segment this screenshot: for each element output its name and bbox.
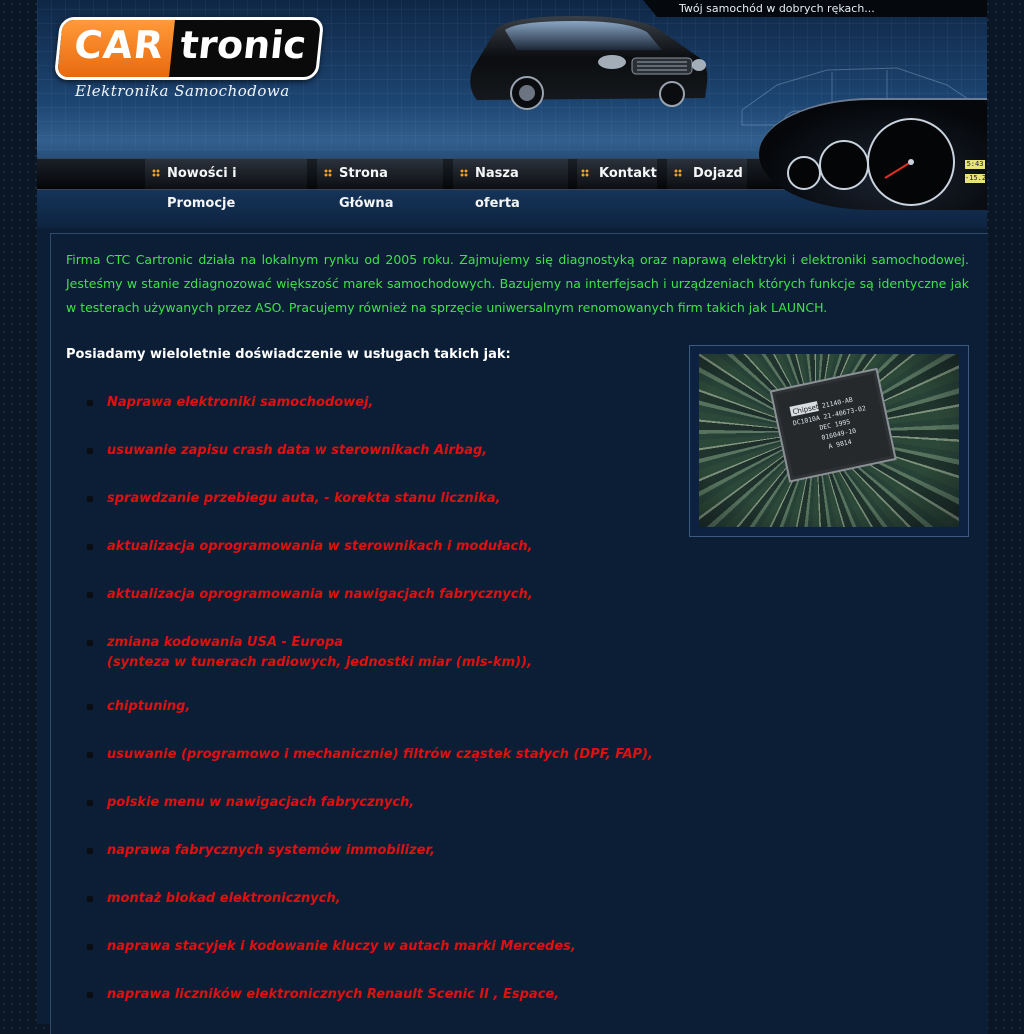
microchip-icon: Chipset 21140-AB DC1010A 21-40673-02 DEC… — [769, 367, 897, 483]
list-item: zmiana kodowania USA - Europa (synteza w… — [87, 633, 707, 697]
nav-dots-icon — [460, 169, 468, 177]
service-text: montaż blokad elektronicznych, — [107, 891, 341, 906]
service-text: aktualizacja oprogramowania w nawigacjac… — [107, 587, 533, 602]
tachometer-icon — [819, 140, 869, 190]
service-text: naprawa stacyjek i kodowanie kluczy w au… — [107, 939, 576, 954]
list-item: polskie menu w nawigacjach fabrycznych, — [87, 793, 707, 841]
service-text: polskie menu w nawigacjach fabrycznych, — [107, 795, 415, 810]
car-image — [470, 16, 708, 110]
tagline: Twój samochód w dobrych rękach... — [643, 0, 987, 17]
nav-dots-icon — [324, 169, 332, 177]
nav-item-label: Kontakt — [599, 166, 657, 181]
site-header: Twój samochód w dobrych rękach... CAR tr… — [37, 0, 987, 228]
list-item: usuwanie zapisu crash data w sterownikac… — [87, 441, 707, 489]
nav-item-label: Nasza oferta — [475, 166, 520, 211]
service-text: chiptuning, — [107, 699, 191, 714]
bullet-icon — [87, 752, 93, 758]
cartronic-logo[interactable]: CAR tronic — [53, 17, 325, 80]
nav-item-label: Strona Główna — [339, 166, 394, 211]
nav-dots-icon — [152, 169, 160, 177]
bullet-icon — [87, 992, 93, 998]
bullet-icon — [87, 400, 93, 406]
list-item: aktualizacja oprogramowania w nawigacjac… — [87, 585, 707, 633]
list-item: Naprawa elektroniki samochodowej, — [87, 393, 707, 441]
bullet-icon — [87, 848, 93, 854]
services-heading: Posiadamy wieloletnie doświadczenie w us… — [66, 347, 511, 362]
bullet-icon — [87, 592, 93, 598]
service-text: naprawa fabrycznych systemów immobilizer… — [107, 843, 435, 858]
list-item: usuwanie (programowo i mechanicznie) fil… — [87, 745, 707, 793]
service-text: usuwanie (programowo i mechanicznie) fil… — [107, 747, 653, 762]
speedometer-needle — [884, 159, 914, 179]
temperature-display: -15.2 — [965, 174, 987, 183]
list-item: sprawdzanie przebiegu auta, - korekta st… — [87, 489, 707, 537]
microchip-image: Chipset 21140-AB DC1010A 21-40673-02 DEC… — [699, 354, 959, 527]
services-list: Naprawa elektroniki samochodowej, usuwan… — [87, 393, 707, 1033]
logo-text-tronic: tronic — [178, 23, 309, 67]
speedometer-icon — [867, 118, 955, 206]
bullet-icon — [87, 496, 93, 502]
bullet-icon — [87, 544, 93, 550]
nav-item-dojazd[interactable]: Dojazd — [667, 159, 747, 189]
nav-item-kontakt[interactable]: Kontakt — [577, 159, 657, 189]
service-text: aktualizacja oprogramowania w sterownika… — [107, 539, 533, 554]
list-item: naprawa stacyjek i kodowanie kluczy w au… — [87, 937, 707, 985]
bullet-icon — [87, 704, 93, 710]
chip-image-frame: Chipset 21140-AB DC1010A 21-40673-02 DEC… — [689, 345, 969, 537]
page-container: Twój samochód w dobrych rękach... CAR tr… — [37, 0, 988, 1034]
list-item: montaż blokad elektronicznych, — [87, 889, 707, 937]
service-text: naprawa liczników elektronicznych Renaul… — [107, 987, 560, 1002]
main-navigation: Nowości i Promocje Strona Główna Nasza o… — [37, 158, 797, 211]
bullet-icon — [87, 896, 93, 902]
list-item: chiptuning, — [87, 697, 707, 745]
nav-item-strona-glowna[interactable]: Strona Główna — [317, 159, 443, 211]
bullet-icon — [87, 800, 93, 806]
service-text: Naprawa elektroniki samochodowej, — [107, 395, 374, 410]
list-item: naprawa fabrycznych systemów immobilizer… — [87, 841, 707, 889]
dashboard-gauges: 5:43 -15.2 — [759, 98, 987, 210]
bullet-icon — [87, 448, 93, 454]
service-text: usuwanie zapisu crash data w sterownikac… — [107, 443, 488, 458]
nav-item-label: Dojazd — [693, 166, 743, 181]
nav-item-label: Nowości i Promocje — [167, 166, 237, 211]
bullet-icon — [87, 944, 93, 950]
service-text: sprawdzanie przebiegu auta, - korekta st… — [107, 491, 501, 506]
logo-subtitle: Elektronika Samochodowa — [75, 82, 290, 100]
intro-paragraph: Firma CTC Cartronic działa na lokalnym r… — [66, 252, 969, 315]
bullet-icon — [87, 640, 93, 646]
logo-text-car: CAR — [72, 23, 167, 67]
nav-item-nowosci[interactable]: Nowości i Promocje — [145, 159, 307, 211]
service-text: zmiana kodowania USA - Europa (synteza w… — [107, 635, 532, 670]
nav-item-nasza-oferta[interactable]: Nasza oferta — [453, 159, 568, 211]
nav-dots-icon — [581, 169, 589, 177]
clock-display: 5:43 — [965, 160, 985, 169]
fuel-gauge-icon — [787, 156, 821, 190]
nav-dots-icon — [674, 169, 682, 177]
list-item: aktualizacja oprogramowania w sterownika… — [87, 537, 707, 585]
list-item: naprawa liczników elektronicznych Renaul… — [87, 985, 707, 1033]
